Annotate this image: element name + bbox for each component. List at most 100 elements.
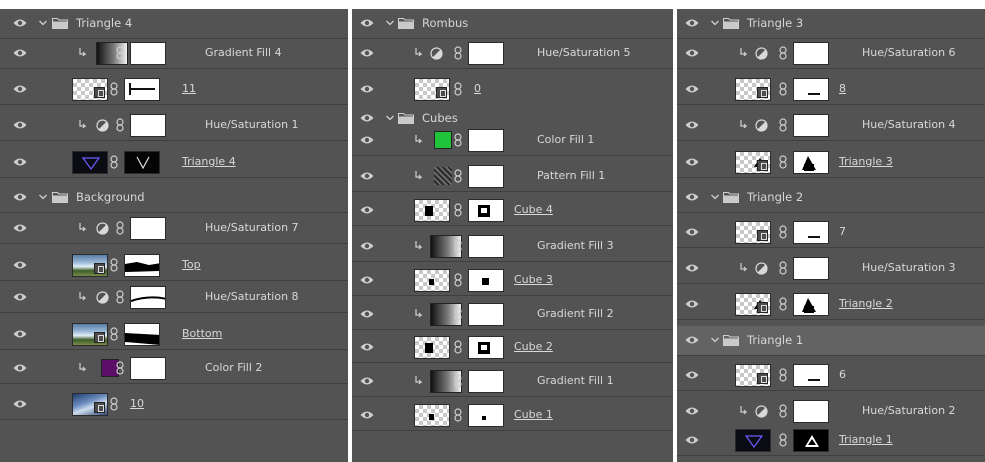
- chain-link-icon[interactable]: [110, 397, 118, 411]
- layer-row[interactable]: 6: [677, 361, 985, 391]
- layer-mask-thumbnail[interactable]: [468, 235, 504, 258]
- visibility-eye-icon[interactable]: [685, 263, 699, 273]
- layer-group-row[interactable]: Background: [0, 183, 348, 213]
- visibility-eye-icon[interactable]: [13, 84, 27, 94]
- layer-name[interactable]: Cube 3: [514, 273, 553, 286]
- chain-link-icon[interactable]: [454, 239, 462, 253]
- chain-link-icon[interactable]: [454, 307, 462, 321]
- color-fill-swatch[interactable]: [434, 131, 452, 149]
- group-name[interactable]: Triangle 1: [747, 333, 803, 347]
- chain-link-icon[interactable]: [116, 221, 124, 235]
- layer-name[interactable]: Cube 1: [514, 408, 553, 421]
- chain-link-icon[interactable]: [779, 261, 787, 275]
- group-name[interactable]: Background: [76, 190, 145, 204]
- layer-mask-thumbnail[interactable]: [793, 400, 829, 423]
- visibility-eye-icon[interactable]: [13, 363, 27, 373]
- pattern-fill-thumbnail[interactable]: [434, 167, 452, 185]
- chain-link-icon[interactable]: [110, 258, 118, 272]
- layer-row[interactable]: Hue/Saturation 3: [677, 254, 985, 284]
- layer-row[interactable]: Hue/Saturation 5: [352, 39, 673, 69]
- layer-row[interactable]: Cube 4: [352, 196, 673, 226]
- layer-name[interactable]: Triangle 1: [839, 433, 893, 446]
- layer-row[interactable]: Bottom: [0, 320, 348, 350]
- chevron-down-icon[interactable]: [710, 18, 720, 28]
- chain-link-icon[interactable]: [454, 46, 462, 60]
- layer-mask-thumbnail[interactable]: [130, 42, 166, 65]
- chain-link-icon[interactable]: [454, 169, 462, 183]
- chain-link-icon[interactable]: [779, 433, 787, 447]
- hue-saturation-icon[interactable]: [96, 291, 109, 304]
- layer-row[interactable]: 10: [0, 390, 348, 420]
- chain-link-icon[interactable]: [110, 155, 118, 169]
- layer-name[interactable]: 10: [130, 397, 144, 410]
- visibility-eye-icon[interactable]: [685, 227, 699, 237]
- hue-saturation-icon[interactable]: [755, 119, 768, 132]
- layer-mask-thumbnail[interactable]: [468, 199, 504, 222]
- layer-mask-thumbnail[interactable]: [468, 336, 504, 359]
- visibility-eye-icon[interactable]: [13, 18, 27, 28]
- layer-row[interactable]: Gradient Fill 1: [352, 367, 673, 397]
- layer-name[interactable]: Triangle 3: [839, 155, 893, 168]
- layer-name[interactable]: Hue/Saturation 6: [862, 46, 956, 59]
- layer-name[interactable]: Hue/Saturation 8: [205, 290, 299, 303]
- chain-link-icon[interactable]: [779, 118, 787, 132]
- layer-thumbnail[interactable]: [735, 364, 771, 387]
- layer-thumbnail[interactable]: [735, 78, 771, 101]
- visibility-eye-icon[interactable]: [13, 48, 27, 58]
- visibility-eye-icon[interactable]: [685, 120, 699, 130]
- layer-name[interactable]: Triangle 2: [839, 297, 893, 310]
- layer-mask-thumbnail[interactable]: [468, 303, 504, 326]
- chain-link-icon[interactable]: [110, 327, 118, 341]
- group-name[interactable]: Triangle 3: [747, 16, 803, 30]
- chain-link-icon[interactable]: [779, 46, 787, 60]
- layer-mask-thumbnail[interactable]: [468, 129, 504, 152]
- visibility-eye-icon[interactable]: [13, 120, 27, 130]
- chain-link-icon[interactable]: [116, 118, 124, 132]
- layer-row[interactable]: Cube 1: [352, 401, 673, 431]
- chain-link-icon[interactable]: [454, 203, 462, 217]
- layer-mask-thumbnail[interactable]: [793, 364, 829, 387]
- chain-link-icon[interactable]: [116, 290, 124, 304]
- chevron-down-icon[interactable]: [710, 335, 720, 345]
- layer-mask-thumbnail[interactable]: [130, 114, 166, 137]
- chain-link-icon[interactable]: [779, 368, 787, 382]
- hue-saturation-icon[interactable]: [755, 405, 768, 418]
- visibility-eye-icon[interactable]: [685, 406, 699, 416]
- layer-thumbnail[interactable]: [72, 78, 108, 101]
- layer-thumbnail[interactable]: [735, 151, 771, 174]
- visibility-eye-icon[interactable]: [13, 329, 27, 339]
- chain-link-icon[interactable]: [454, 340, 462, 354]
- group-name[interactable]: Rombus: [422, 16, 468, 30]
- visibility-eye-icon[interactable]: [685, 192, 699, 202]
- visibility-eye-icon[interactable]: [685, 335, 699, 345]
- layer-row[interactable]: 11: [0, 75, 348, 105]
- layer-group-row[interactable]: Triangle 3: [677, 9, 985, 39]
- layer-name[interactable]: Gradient Fill 3: [537, 239, 614, 252]
- layer-mask-thumbnail[interactable]: [793, 221, 829, 244]
- chain-link-icon[interactable]: [779, 297, 787, 311]
- visibility-eye-icon[interactable]: [360, 410, 374, 420]
- layer-name[interactable]: 8: [839, 82, 846, 95]
- chain-link-icon[interactable]: [779, 82, 787, 96]
- layer-mask-thumbnail[interactable]: [130, 357, 166, 380]
- hue-saturation-icon[interactable]: [755, 262, 768, 275]
- layer-thumbnail[interactable]: [414, 404, 450, 427]
- layer-name[interactable]: Gradient Fill 2: [537, 307, 614, 320]
- layer-row[interactable]: Gradient Fill 4: [0, 39, 348, 69]
- layer-row[interactable]: 7: [677, 218, 985, 248]
- layer-mask-thumbnail[interactable]: [793, 257, 829, 280]
- visibility-eye-icon[interactable]: [360, 18, 374, 28]
- chain-link-icon[interactable]: [110, 82, 118, 96]
- layer-row[interactable]: 8: [677, 75, 985, 105]
- layer-group-row[interactable]: Rombus: [352, 9, 673, 39]
- layer-thumbnail[interactable]: [72, 323, 108, 346]
- layer-row[interactable]: Cube 3: [352, 266, 673, 296]
- layer-group-row[interactable]: Triangle 2: [677, 183, 985, 213]
- layer-name[interactable]: Color Fill 1: [537, 133, 594, 146]
- layer-mask-thumbnail[interactable]: [793, 114, 829, 137]
- layer-name[interactable]: Color Fill 2: [205, 361, 262, 374]
- layer-mask-thumbnail[interactable]: [793, 42, 829, 65]
- chain-link-icon[interactable]: [454, 408, 462, 422]
- visibility-eye-icon[interactable]: [13, 223, 27, 233]
- layer-name[interactable]: Triangle 4: [182, 155, 236, 168]
